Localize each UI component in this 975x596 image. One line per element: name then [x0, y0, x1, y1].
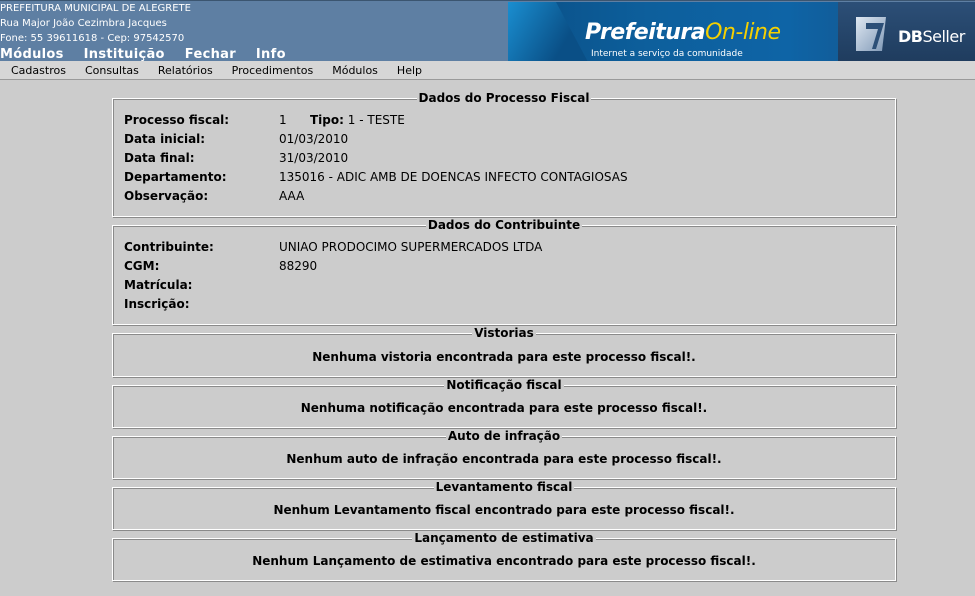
menu-procedimentos[interactable]: Procedimentos — [232, 64, 314, 77]
auto-infracao-legend-text: Auto de infração — [445, 429, 563, 443]
brand-tagline: Internet a serviço da comunidade — [591, 49, 743, 59]
org-name: PREFEITURA MUNICIPAL DE ALEGRETE — [0, 3, 191, 14]
departamento-value: 135016 - ADIC AMB DE DOENCAS INFECTO CON… — [279, 170, 628, 184]
org-address: Rua Major João Cezimbra Jacques — [0, 18, 167, 29]
top-menu-fechar[interactable]: Fechar — [185, 47, 236, 62]
cgm-label: CGM: — [124, 259, 160, 273]
menu-help[interactable]: Help — [397, 64, 422, 77]
levantamento-message: Nenhum Levantamento fiscal encontrado pa… — [273, 503, 735, 517]
processo-fiscal-legend-text: Dados do Processo Fiscal — [416, 91, 592, 105]
departamento-label: Departamento: — [124, 170, 227, 184]
departamento-row: Departamento: 135016 - ADIC AMB DE DOENCA… — [124, 168, 628, 187]
top-menu-modulos[interactable]: Módulos — [0, 47, 64, 62]
lancamento-message: Nenhum Lançamento de estimativa encontra… — [252, 554, 756, 568]
levantamento-legend-text: Levantamento fiscal — [433, 480, 575, 494]
prefeitura-online-logo: PrefeituraOn-line — [585, 20, 781, 45]
data-inicial-value: 01/03/2010 — [279, 132, 349, 146]
auto-infracao-legend: Auto de infração — [113, 429, 895, 443]
contribuinte-label: Contribuinte: — [124, 240, 214, 254]
inscricao-label: Inscrição: — [124, 297, 190, 311]
tipo-value: 1 - TESTE — [347, 113, 405, 127]
menu-cadastros[interactable]: Cadastros — [11, 64, 66, 77]
notificacao-legend-text: Notificação fiscal — [444, 378, 564, 392]
processo-row: Processo fiscal: 1 Tipo: 1 - TESTE — [124, 111, 405, 130]
observacao-value: AAA — [279, 189, 305, 203]
dbseller-wordmark: DBSeller — [898, 27, 965, 46]
vistorias-fieldset: Vistorias Nenhuma vistoria encontrada pa… — [112, 326, 896, 377]
data-final-value: 31/03/2010 — [279, 151, 349, 165]
municipality-info: PREFEITURA MUNICIPAL DE ALEGRETE Rua Maj… — [0, 1, 191, 46]
dbseller-db: DB — [898, 27, 923, 46]
app-header: PREFEITURA MUNICIPAL DE ALEGRETE Rua Maj… — [0, 0, 975, 62]
data-inicial-row: Data inicial: 01/03/2010 — [124, 130, 348, 149]
menu-relatorios[interactable]: Relatórios — [158, 64, 213, 77]
auto-infracao-fieldset: Auto de infração Nenhum auto de infração… — [112, 429, 896, 479]
processo-fiscal-legend: Dados do Processo Fiscal — [113, 91, 895, 105]
contribuinte-value: UNIAO PRODOCIMO SUPERMERCADOS LTDA — [279, 240, 543, 254]
dbseller-logo-icon — [856, 17, 886, 51]
notificacao-legend: Notificação fiscal — [113, 378, 895, 392]
dbseller-seller: Seller — [922, 27, 965, 46]
top-menu-instituicao[interactable]: Instituição — [84, 47, 165, 62]
data-final-row: Data final: 31/03/2010 — [124, 149, 348, 168]
inscricao-row: Inscrição: — [124, 295, 279, 314]
observacao-row: Observação: AAA — [124, 187, 304, 206]
tipo-label: Tipo: — [310, 113, 344, 127]
processo-value: 1 — [279, 113, 287, 127]
lancamento-legend: Lançamento de estimativa — [113, 531, 895, 545]
contribuinte-legend: Dados do Contribuinte — [113, 218, 895, 232]
menu-consultas[interactable]: Consultas — [85, 64, 139, 77]
vistorias-legend-text: Vistorias — [472, 326, 536, 340]
contribuinte-row: Contribuinte: UNIAO PRODOCIMO SUPERMERCAD… — [124, 238, 542, 257]
lancamento-legend-text: Lançamento de estimativa — [412, 531, 596, 545]
notificacao-fieldset: Notificação fiscal Nenhuma notificação e… — [112, 378, 896, 428]
menu-modulos[interactable]: Módulos — [332, 64, 378, 77]
banner-decoration — [508, 2, 588, 62]
brand-suffix: On-line — [705, 20, 781, 45]
vistorias-message: Nenhuma vistoria encontrada para este pr… — [312, 350, 696, 364]
notificacao-message: Nenhuma notificação encontrada para este… — [300, 401, 708, 415]
brand-banner: PrefeituraOn-line Internet a serviço da … — [508, 2, 975, 62]
vistorias-legend: Vistorias — [113, 326, 895, 340]
dbseller-logo-area: DBSeller — [838, 2, 975, 62]
brand-prefix: Prefeitura — [585, 20, 706, 45]
data-final-label: Data final: — [124, 151, 195, 165]
processo-fiscal-fieldset: Dados do Processo Fiscal Processo fiscal… — [112, 91, 896, 217]
observacao-label: Observação: — [124, 189, 209, 203]
contribuinte-fieldset: Dados do Contribuinte Contribuinte: UNIAO… — [112, 218, 896, 325]
levantamento-legend: Levantamento fiscal — [113, 480, 895, 494]
top-menu: Módulos Instituição Fechar Info — [0, 47, 306, 62]
processo-label: Processo fiscal: — [124, 113, 230, 127]
cgm-value: 88290 — [279, 259, 318, 273]
org-phone: Fone: 55 39611618 - Cep: 97542570 — [0, 33, 185, 44]
data-inicial-label: Data inicial: — [124, 132, 206, 146]
top-menu-info[interactable]: Info — [256, 47, 286, 62]
matricula-label: Matrícula: — [124, 278, 193, 292]
contribuinte-legend-text: Dados do Contribuinte — [425, 218, 583, 232]
cgm-row: CGM: 88290 — [124, 257, 317, 276]
menu-bar: Cadastros Consultas Relatórios Procedime… — [0, 61, 975, 80]
lancamento-fieldset: Lançamento de estimativa Nenhum Lançamen… — [112, 531, 896, 581]
auto-infracao-message: Nenhum auto de infração encontrada para … — [286, 452, 722, 466]
matricula-row: Matrícula: — [124, 276, 279, 295]
levantamento-fieldset: Levantamento fiscal Nenhum Levantamento … — [112, 480, 896, 530]
